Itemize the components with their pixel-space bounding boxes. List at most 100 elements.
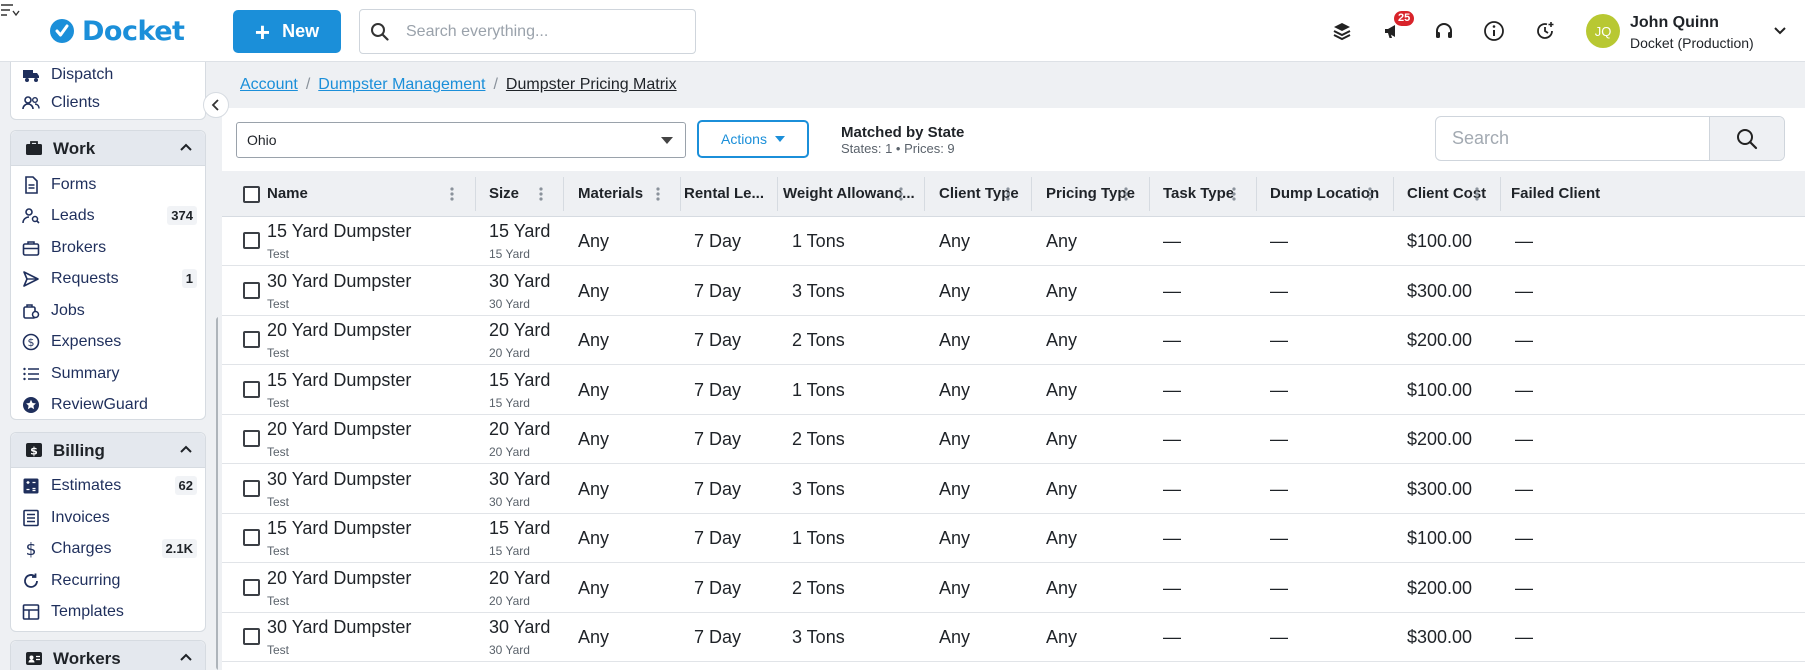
table-row[interactable]: 30 Yard Dumpster Test 30 Yard 30 Yard Any 7 D… xyxy=(222,266,1805,316)
sidebar-item-recurring[interactable]: Recurring xyxy=(11,567,205,595)
actions-button-label: Actions xyxy=(721,131,767,147)
column-menu-icon[interactable] xyxy=(899,186,903,202)
column-divider[interactable] xyxy=(563,177,564,211)
info-button[interactable] xyxy=(1479,16,1509,46)
row-checkbox[interactable] xyxy=(243,281,260,299)
column-menu-icon[interactable] xyxy=(656,186,660,202)
column-menu-icon[interactable] xyxy=(1368,186,1372,202)
row-checkbox[interactable] xyxy=(243,331,260,348)
column-menu-icon[interactable] xyxy=(1124,186,1128,202)
chevron-up-icon[interactable] xyxy=(179,141,193,155)
sidebar-item-dispatch[interactable]: Dispatch xyxy=(11,62,205,89)
new-button[interactable]: + New xyxy=(233,10,341,53)
cell-name: 30 Yard Dumpster xyxy=(267,617,412,637)
actions-button[interactable]: Actions xyxy=(697,120,809,158)
sidebar-item-label: Estimates xyxy=(51,477,122,494)
column-header[interactable]: Task Type xyxy=(1163,185,1234,202)
billing-section-header[interactable]: $ Billing xyxy=(11,433,205,468)
row-checkbox[interactable] xyxy=(243,232,260,249)
column-menu-icon[interactable] xyxy=(1006,186,1010,202)
table-row[interactable]: 30 Yard Dumpster Test 30 Yard 30 Yard Any 7 D… xyxy=(222,613,1805,662)
table-search-button[interactable] xyxy=(1709,117,1784,160)
column-header[interactable]: Size xyxy=(489,185,519,202)
column-divider[interactable] xyxy=(1031,177,1032,211)
layers-button[interactable] xyxy=(1327,16,1357,46)
sidebar-item-expenses[interactable]: $ Expenses xyxy=(11,328,205,356)
sidebar-item-reviewguard[interactable]: ReviewGuard xyxy=(11,391,205,419)
sidebar-item-label: Invoices xyxy=(51,509,110,526)
work-section-header[interactable]: Work xyxy=(11,131,205,166)
column-divider[interactable] xyxy=(1256,177,1257,211)
column-header[interactable]: Failed Client xyxy=(1511,185,1600,202)
cell-dump-location: — xyxy=(1270,429,1288,449)
table-search[interactable] xyxy=(1435,116,1785,161)
column-divider[interactable] xyxy=(1500,177,1501,211)
sidebar-item-brokers[interactable]: Brokers xyxy=(11,234,205,262)
collapse-sidebar-button[interactable] xyxy=(203,92,229,118)
sidebar-item-templates[interactable]: Templates xyxy=(11,598,205,626)
sidebar-item-estimates[interactable]: Estimates 62 xyxy=(11,472,205,500)
row-checkbox[interactable] xyxy=(243,380,260,398)
sidebar-item-charges[interactable]: $ Charges 2.1K xyxy=(11,535,205,563)
global-search-input[interactable] xyxy=(406,22,676,41)
briefcase-icon xyxy=(22,241,40,256)
column-divider[interactable] xyxy=(777,177,778,211)
workers-section-header[interactable]: Workers xyxy=(11,641,205,670)
column-divider[interactable] xyxy=(1149,177,1150,211)
avatar[interactable]: JQ xyxy=(1586,14,1620,48)
column-header[interactable]: Name xyxy=(267,185,308,202)
row-checkbox[interactable] xyxy=(243,529,260,546)
column-menu-icon[interactable] xyxy=(1475,186,1479,202)
top-bar: Docket + New 25 xyxy=(0,0,1805,62)
table-row[interactable]: 15 Yard Dumpster Test 15 Yard 15 Yard Any 7 D… xyxy=(222,365,1805,415)
breadcrumb-account[interactable]: Account xyxy=(240,76,298,94)
chevron-down-icon[interactable] xyxy=(1772,22,1788,38)
table-search-input[interactable] xyxy=(1452,128,1702,149)
sidebar-item-invoices[interactable]: Invoices xyxy=(11,504,205,532)
sidebar-scrollbar[interactable] xyxy=(216,317,218,670)
sidebar-item-clients[interactable]: Clients xyxy=(11,89,205,117)
column-divider[interactable] xyxy=(924,177,925,211)
column-divider[interactable] xyxy=(475,177,476,211)
sidebar-item-summary[interactable]: Summary xyxy=(11,360,205,388)
table-row[interactable]: 15 Yard Dumpster Test 15 Yard 15 Yard Any 7 D… xyxy=(222,217,1805,266)
table-row[interactable]: 20 Yard Dumpster Test 20 Yard 20 Yard Any 7 D… xyxy=(222,415,1805,464)
global-search[interactable] xyxy=(359,9,696,54)
column-header[interactable]: Materials xyxy=(578,185,643,202)
cell-size-sub: 20 Yard xyxy=(489,593,530,608)
filter-lines-icon[interactable] xyxy=(0,2,22,20)
column-header[interactable]: Pricing Type xyxy=(1046,185,1135,202)
row-checkbox[interactable] xyxy=(243,628,260,645)
table-row[interactable]: 20 Yard Dumpster Test 20 Yard 20 Yard Any 7 D… xyxy=(222,563,1805,613)
state-select[interactable]: Ohio xyxy=(236,122,686,158)
table-row[interactable]: 20 Yard Dumpster Test 20 Yard 20 Yard Any 7 D… xyxy=(222,316,1805,365)
sidebar-item-requests[interactable]: Requests 1 xyxy=(11,265,205,293)
column-header[interactable]: Dump Location xyxy=(1270,185,1379,202)
row-checkbox[interactable] xyxy=(243,479,260,497)
docket-logo[interactable]: Docket xyxy=(48,12,185,50)
select-all-checkbox[interactable] xyxy=(243,186,260,203)
column-divider[interactable] xyxy=(680,177,681,211)
row-checkbox[interactable] xyxy=(243,578,260,596)
table-row[interactable]: 30 Yard Dumpster Test 30 Yard 30 Yard Any 7 D… xyxy=(222,464,1805,514)
sidebar-item-jobs[interactable]: Jobs xyxy=(11,297,205,325)
chevron-up-icon[interactable] xyxy=(179,443,193,457)
column-menu-icon[interactable] xyxy=(450,186,454,202)
column-menu-icon[interactable] xyxy=(539,186,543,202)
user-name[interactable]: John Quinn xyxy=(1630,14,1719,32)
column-menu-icon[interactable] xyxy=(1232,186,1236,202)
support-button[interactable] xyxy=(1429,16,1459,46)
column-header[interactable]: Weight Allowanc... xyxy=(783,185,915,202)
cell-weight: 2 Tons xyxy=(792,577,845,598)
breadcrumb-dumpster-management[interactable]: Dumpster Management xyxy=(318,76,485,94)
search-icon xyxy=(1737,128,1758,149)
sidebar-item-leads[interactable]: Leads 374 xyxy=(11,202,205,230)
row-checkbox[interactable] xyxy=(243,430,260,447)
whats-new-button[interactable] xyxy=(1530,16,1560,46)
cell-weight: 3 Tons xyxy=(792,627,845,647)
table-row[interactable]: 15 Yard Dumpster Test 15 Yard 15 Yard Any 7 D… xyxy=(222,514,1805,563)
sidebar-item-forms[interactable]: Forms xyxy=(11,171,205,199)
column-divider[interactable] xyxy=(1393,177,1394,211)
chevron-up-icon[interactable] xyxy=(179,651,193,665)
column-header[interactable]: Rental Le... xyxy=(684,185,764,202)
